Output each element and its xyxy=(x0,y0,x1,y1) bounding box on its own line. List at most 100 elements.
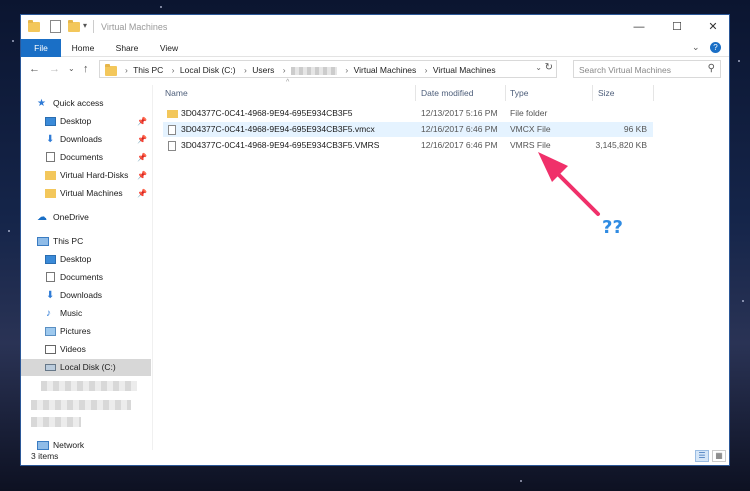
annotation-question-marks: ?? xyxy=(602,217,623,238)
column-separator[interactable] xyxy=(505,85,506,101)
drive-icon xyxy=(45,364,56,371)
column-separator[interactable] xyxy=(653,85,654,101)
sidebar-item-label: This PC xyxy=(53,236,84,246)
breadcrumb-this-pc[interactable]: This PC xyxy=(133,65,163,75)
customize-qat-icon[interactable]: ▾ xyxy=(83,21,87,30)
file-name: 3D04377C-0C41-4968-9E94-695E934CB3F5 xyxy=(181,108,353,118)
column-header-date-modified[interactable]: Date modified xyxy=(421,85,506,101)
pin-icon[interactable]: 📌 xyxy=(137,185,147,202)
sidebar-item-label: Downloads xyxy=(60,290,103,300)
recent-locations-icon[interactable]: ⌄ xyxy=(68,62,75,76)
tab-home[interactable]: Home xyxy=(65,39,101,57)
sidebar-item-this-pc[interactable]: This PC xyxy=(21,233,151,250)
qat-separator xyxy=(93,20,94,33)
sidebar-item-label: Music xyxy=(60,308,83,318)
sidebar-item-music[interactable]: ♪ Music xyxy=(21,305,151,322)
folder-icon xyxy=(45,189,56,198)
chevron-down-icon[interactable]: ⌄ xyxy=(692,42,700,52)
tab-share[interactable]: Share xyxy=(109,39,145,57)
explorer-window: ▾ Virtual Machines — ☐ ✕ File Home Share… xyxy=(20,14,730,466)
folder-icon xyxy=(105,64,117,76)
forward-arrow-icon[interactable]: → xyxy=(49,62,60,76)
pictures-icon xyxy=(45,327,56,336)
breadcrumb-separator: › xyxy=(282,65,286,75)
file-row[interactable]: 3D04377C-0C41-4968-9E94-695E934CB3F5 12/… xyxy=(163,106,653,121)
redacted-drive-item xyxy=(31,417,81,427)
sidebar-item-pc-documents[interactable]: Documents xyxy=(21,269,151,286)
breadcrumb-virtual-machines-current[interactable]: Virtual Machines xyxy=(433,65,496,75)
breadcrumb: › This PC › Local Disk (C:) › Users › › … xyxy=(122,65,499,75)
search-icon[interactable]: ⚲ xyxy=(708,63,715,74)
sidebar-item-pc-downloads[interactable]: ⬇ Downloads xyxy=(21,287,151,304)
column-separator[interactable] xyxy=(592,85,593,101)
tab-file[interactable]: File xyxy=(21,39,61,57)
close-button[interactable]: ✕ xyxy=(695,15,729,39)
column-header-name[interactable]: Name xyxy=(165,85,415,101)
tab-view[interactable]: View xyxy=(153,39,185,57)
videos-icon xyxy=(45,345,56,354)
sidebar-item-local-disk[interactable]: Local Disk (C:) xyxy=(21,359,151,376)
redacted-drive-item xyxy=(41,381,137,391)
pane-divider[interactable] xyxy=(152,85,153,450)
pin-icon[interactable]: 📌 xyxy=(137,149,147,166)
sidebar-item-label: Quick access xyxy=(53,98,104,108)
column-header-type[interactable]: Type xyxy=(510,85,590,101)
sidebar-item-label: OneDrive xyxy=(53,212,89,222)
breadcrumb-separator: › xyxy=(125,65,128,75)
refresh-icon[interactable]: ↻ xyxy=(545,62,553,73)
search-box[interactable]: Search Virtual Machines ⚲ xyxy=(573,60,721,78)
breadcrumb-virtual-machines[interactable]: Virtual Machines xyxy=(354,65,417,75)
column-separator[interactable] xyxy=(415,85,416,101)
column-header-size[interactable]: Size xyxy=(598,85,653,101)
breadcrumb-local-disk[interactable]: Local Disk (C:) xyxy=(180,65,236,75)
breadcrumb-separator: › xyxy=(171,65,175,75)
address-bar[interactable]: › This PC › Local Disk (C:) › Users › › … xyxy=(99,60,557,78)
navigation-pane: ★ Quick access Desktop 📌 ⬇ Downloads 📌 D… xyxy=(21,85,151,450)
folder-icon xyxy=(45,171,56,180)
file-row[interactable]: 3D04377C-0C41-4968-9E94-695E934CB3F5.vmc… xyxy=(163,122,653,137)
back-arrow-icon[interactable]: ← xyxy=(29,62,40,76)
sidebar-item-label: Documents xyxy=(60,272,103,282)
sidebar-item-label: Documents xyxy=(60,152,103,162)
sidebar-item-videos[interactable]: Videos xyxy=(21,341,151,358)
star-icon: ★ xyxy=(37,98,46,109)
sidebar-item-documents[interactable]: Documents 📌 xyxy=(21,149,151,166)
help-icon[interactable]: ? xyxy=(710,42,721,53)
sidebar-item-label: Downloads xyxy=(60,134,103,144)
file-date: 12/16/2017 6:46 PM xyxy=(421,140,498,150)
sidebar-item-virtual-machines[interactable]: Virtual Machines 📌 xyxy=(21,185,151,202)
sidebar-item-pictures[interactable]: Pictures xyxy=(21,323,151,340)
sidebar-item-pc-desktop[interactable]: Desktop xyxy=(21,251,151,268)
pin-icon[interactable]: 📌 xyxy=(137,113,147,130)
sidebar-item-downloads[interactable]: ⬇ Downloads 📌 xyxy=(21,131,151,148)
large-icons-view-icon[interactable]: ▦ xyxy=(712,450,726,462)
sidebar-item-desktop[interactable]: Desktop 📌 xyxy=(21,113,151,130)
breadcrumb-users[interactable]: Users xyxy=(252,65,274,75)
details-view-icon[interactable]: ☰ xyxy=(695,450,709,462)
file-name: 3D04377C-0C41-4968-9E94-695E934CB3F5.vmc… xyxy=(181,124,375,134)
downloads-icon: ⬇ xyxy=(46,134,55,145)
file-size: 3,145,820 KB xyxy=(595,140,647,150)
breadcrumb-separator: › xyxy=(345,65,349,75)
file-icon xyxy=(168,141,176,151)
new-folder-icon[interactable] xyxy=(68,20,80,32)
file-row[interactable]: 3D04377C-0C41-4968-9E94-695E934CB3F5.VMR… xyxy=(163,138,653,153)
sidebar-item-virtual-hard-disks[interactable]: Virtual Hard-Disks 📌 xyxy=(21,167,151,184)
address-row: ← → ⌄ ↑ › This PC › Local Disk (C:) › Us… xyxy=(21,58,729,80)
ribbon-tabs: File Home Share View ⌄ ? xyxy=(21,39,729,57)
pin-icon[interactable]: 📌 xyxy=(137,167,147,184)
redacted-username xyxy=(291,66,338,75)
minimize-button[interactable]: — xyxy=(621,15,657,39)
documents-icon xyxy=(46,152,55,162)
sidebar-item-label: Videos xyxy=(60,344,86,354)
properties-icon[interactable] xyxy=(50,20,61,33)
up-arrow-icon[interactable]: ↑ xyxy=(83,62,89,76)
maximize-button[interactable]: ☐ xyxy=(659,15,695,39)
sidebar-item-onedrive[interactable]: ☁ OneDrive xyxy=(21,209,151,226)
file-size: 96 KB xyxy=(623,124,647,134)
documents-icon xyxy=(46,272,55,282)
breadcrumb-separator: › xyxy=(244,65,247,75)
address-dropdown-icon[interactable]: ⌄ xyxy=(535,63,542,72)
pin-icon[interactable]: 📌 xyxy=(137,131,147,148)
sidebar-item-quick-access[interactable]: ★ Quick access xyxy=(21,95,151,112)
